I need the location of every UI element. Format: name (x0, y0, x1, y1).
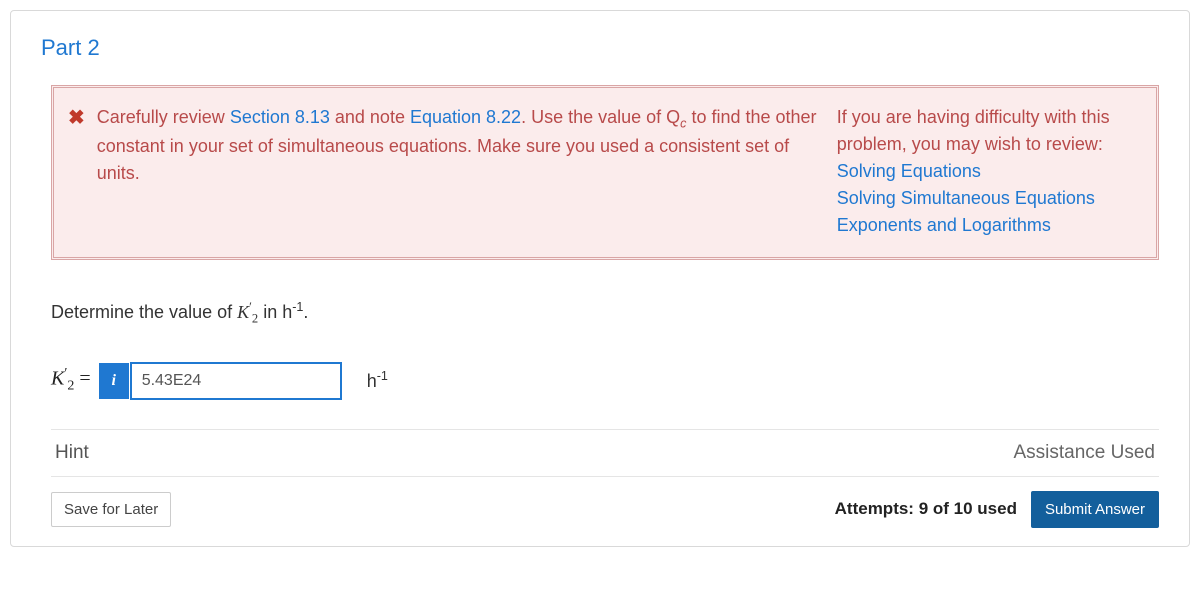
feedback-help: If you are having difficulty with this p… (837, 104, 1137, 239)
help-link-simultaneous[interactable]: Solving Simultaneous Equations (837, 185, 1137, 212)
answer-unit: h-1 (367, 369, 388, 392)
question-body: ✖ Carefully review Section 8.13 and note… (11, 85, 1189, 546)
fb-text: . Use the value of Q (521, 107, 680, 127)
hint-button[interactable]: Hint (55, 442, 89, 464)
feedback-box: ✖ Carefully review Section 8.13 and note… (51, 85, 1159, 260)
question-prompt: Determine the value of K′2 in h-1. (51, 300, 1159, 327)
lhs-eq: = (74, 368, 90, 390)
answer-row: K′2 = i h-1 (51, 363, 1159, 399)
help-link-logs[interactable]: Exponents and Logarithms (837, 212, 1137, 239)
help-link-equations[interactable]: Solving Equations (837, 158, 1137, 185)
footer-row: Save for Later Attempts: 9 of 10 used Su… (51, 491, 1159, 528)
feedback-content: Carefully review Section 8.13 and note E… (97, 104, 1138, 239)
section-link[interactable]: Section 8.13 (230, 107, 330, 127)
incorrect-icon: ✖ (68, 106, 85, 130)
prompt-exp: -1 (292, 300, 303, 314)
prompt-var: K (237, 302, 249, 322)
hint-row: Hint Assistance Used (51, 429, 1159, 477)
fb-text: and note (330, 107, 410, 127)
prompt-lead: Determine the value of (51, 302, 237, 322)
save-for-later-button[interactable]: Save for Later (51, 492, 171, 527)
equation-link[interactable]: Equation 8.22 (410, 107, 521, 127)
part-title: Part 2 (41, 35, 1159, 61)
assistance-used-button[interactable]: Assistance Used (1013, 442, 1155, 464)
footer-right: Attempts: 9 of 10 used Submit Answer (835, 491, 1159, 528)
attempts-counter: Attempts: 9 of 10 used (835, 499, 1017, 519)
answer-lhs: K′2 = (51, 366, 91, 395)
feedback-message: Carefully review Section 8.13 and note E… (97, 104, 817, 239)
lhs-var: K (51, 368, 64, 390)
prompt-mid: in h (258, 302, 292, 322)
fb-text: Carefully review (97, 107, 230, 127)
info-icon[interactable]: i (99, 363, 129, 399)
help-intro: If you are having difficulty with this p… (837, 104, 1137, 158)
question-card: Part 2 ✖ Carefully review Section 8.13 a… (10, 10, 1190, 547)
part-header: Part 2 (11, 11, 1189, 79)
answer-input[interactable] (131, 363, 341, 399)
submit-answer-button[interactable]: Submit Answer (1031, 491, 1159, 528)
prompt-end: . (303, 302, 308, 322)
unit-exp: -1 (377, 369, 388, 383)
unit-base: h (367, 371, 377, 391)
